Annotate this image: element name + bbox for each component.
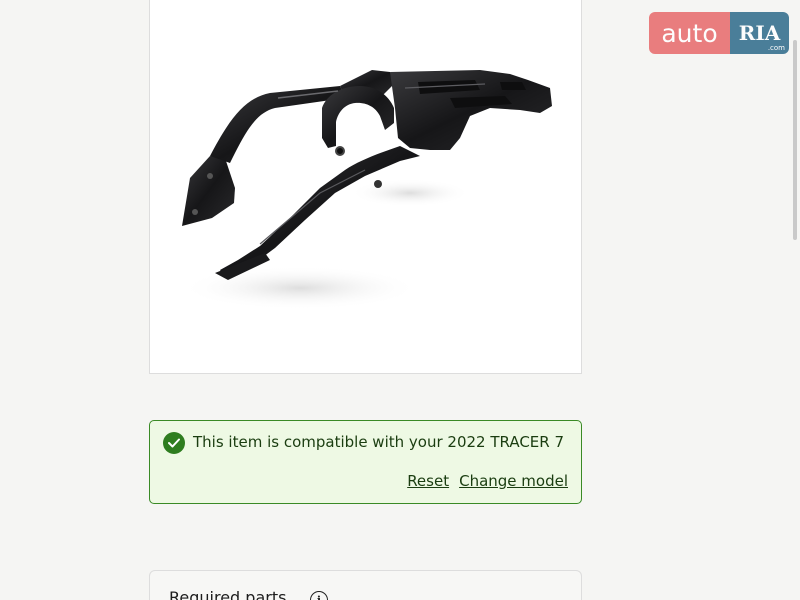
page: This item is compatible with your 2022 T… xyxy=(0,0,800,600)
info-icon[interactable]: i xyxy=(310,591,328,600)
watermark-auto: auto xyxy=(649,12,730,54)
compatibility-message: This item is compatible with your 2022 T… xyxy=(193,433,564,451)
compatibility-prefix: This item is compatible with your xyxy=(193,433,448,451)
watermark-com: .com xyxy=(767,44,785,52)
product-image xyxy=(180,70,552,310)
check-circle-icon xyxy=(163,432,185,454)
watermark-ria: RIA .com xyxy=(730,12,789,54)
required-parts-title: Required parts xyxy=(169,588,287,600)
compatibility-model: 2022 TRACER 7 xyxy=(447,433,565,451)
compatibility-notice: This item is compatible with your 2022 T… xyxy=(149,420,582,504)
change-model-link[interactable]: Change model xyxy=(459,472,568,490)
reset-link[interactable]: Reset xyxy=(407,472,449,490)
product-image-card[interactable] xyxy=(149,0,582,374)
compatibility-actions: Reset Change model xyxy=(407,472,568,490)
required-parts-card[interactable]: Required parts i xyxy=(149,570,582,600)
watermark-logo: auto RIA .com xyxy=(649,12,789,54)
scrollbar-thumb[interactable] xyxy=(793,40,797,240)
watermark-ria-text: RIA xyxy=(738,21,781,45)
